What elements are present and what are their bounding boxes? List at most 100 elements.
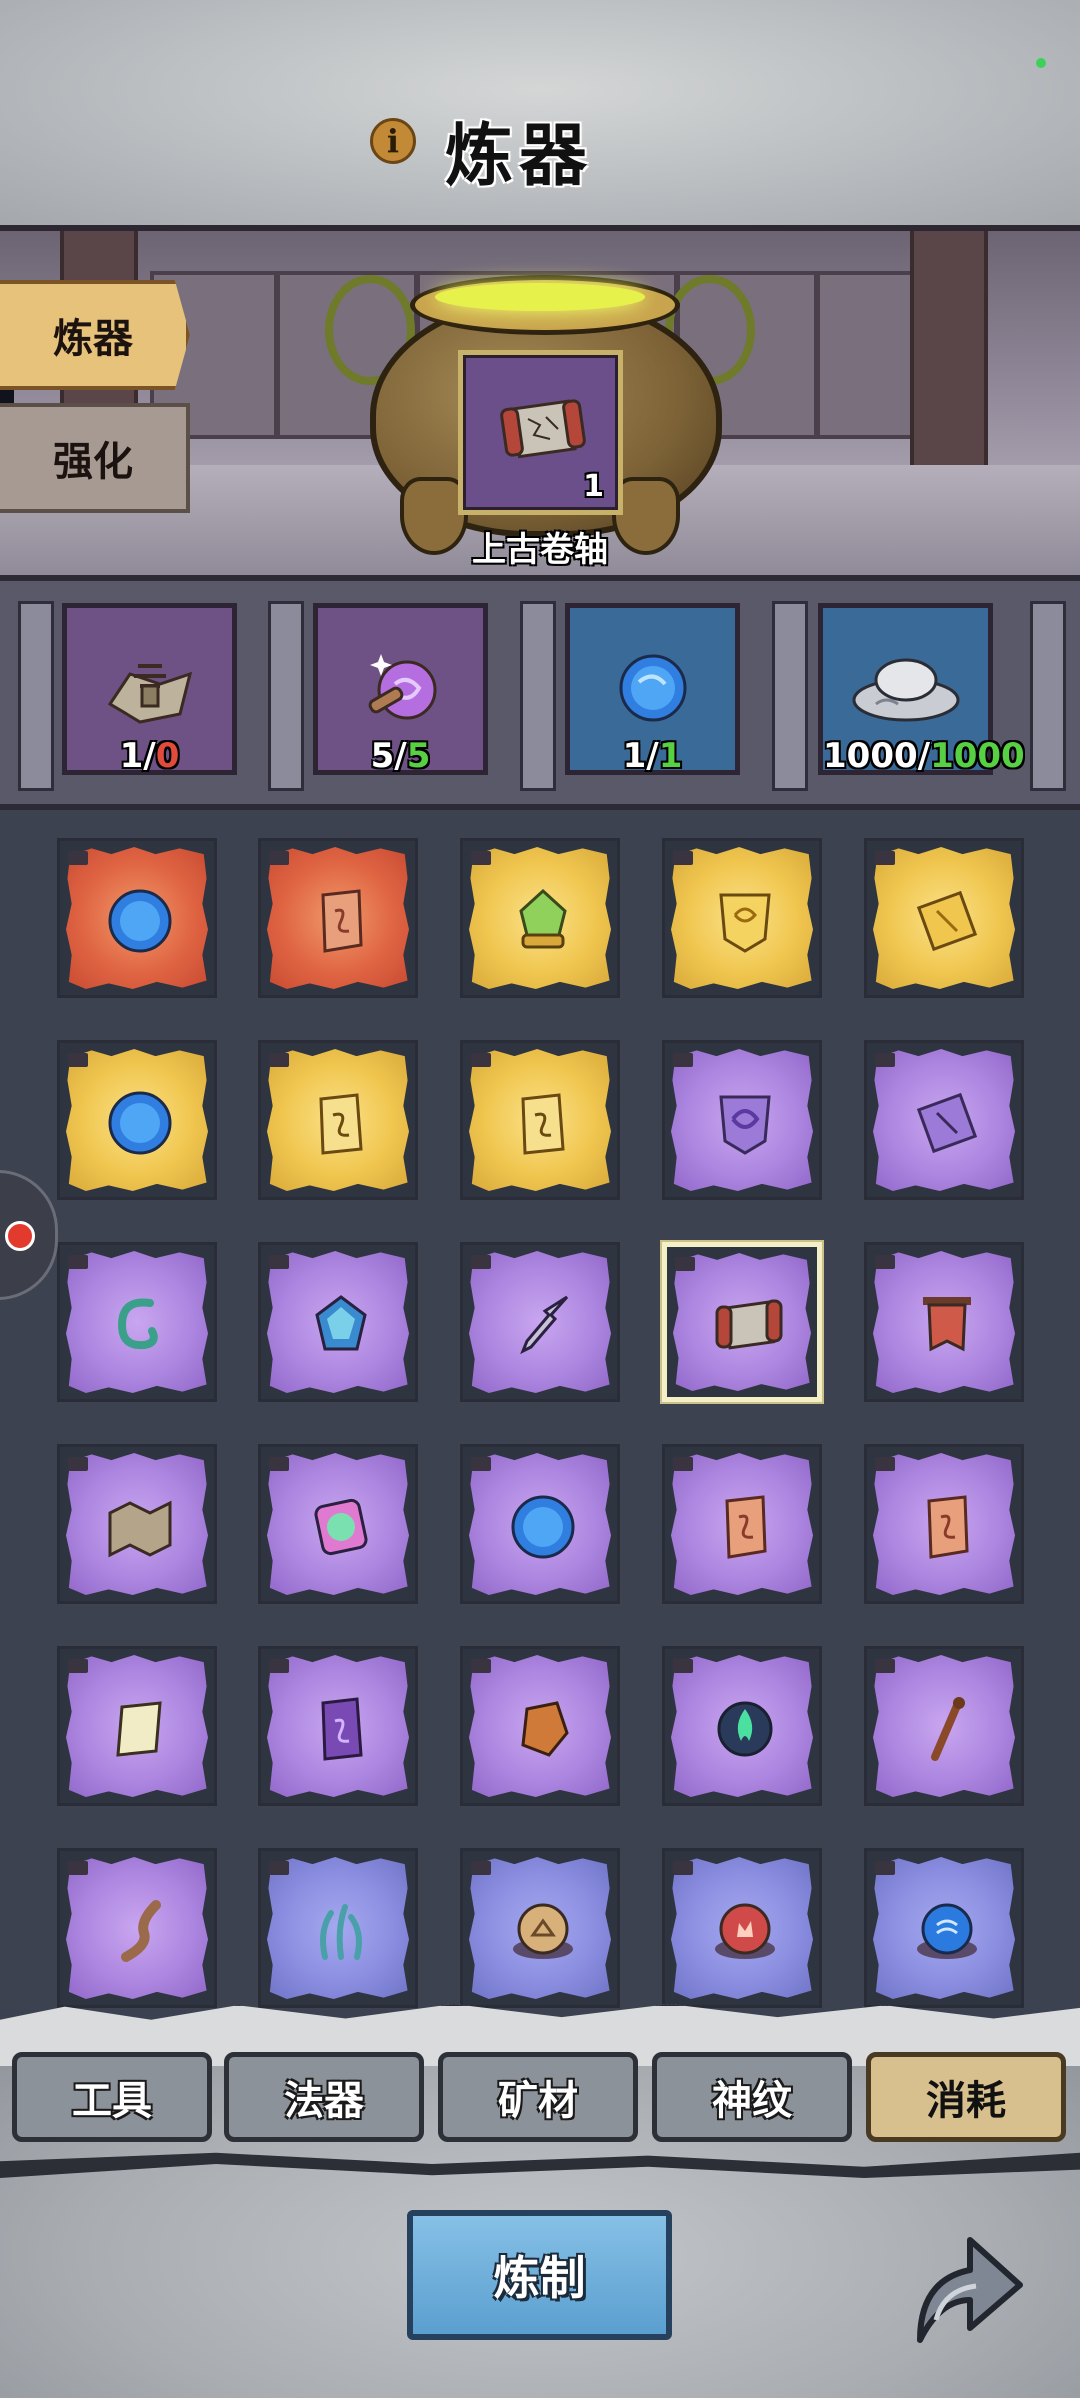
- gold-tag-talisman-icon: [916, 890, 978, 952]
- bookmark-icon: [269, 1053, 289, 1067]
- target-name: 上古卷轴: [472, 530, 608, 570]
- bookmark-icon: [68, 1053, 88, 1067]
- grid-item[interactable]: [864, 1242, 1024, 1402]
- ancient-scroll-icon: [715, 1299, 783, 1350]
- bookmark-icon: [875, 1053, 895, 1067]
- banner-icon: [923, 1297, 971, 1352]
- hook-icon: [117, 1298, 158, 1350]
- bookmark-icon: [875, 1659, 895, 1673]
- grid-item[interactable]: [57, 1848, 217, 2008]
- red-scroll-icon: [725, 1495, 767, 1559]
- grid-item[interactable]: [460, 1848, 620, 2008]
- bookmark-icon: [673, 851, 693, 865]
- bookmark-icon: [471, 1053, 491, 1067]
- grid-item[interactable]: [460, 1040, 620, 1200]
- bookmark-icon: [875, 1861, 895, 1875]
- tab-ores[interactable]: 矿材: [438, 2052, 638, 2142]
- grid-item[interactable]: [57, 1646, 217, 1806]
- bookmark-icon: [875, 1457, 895, 1471]
- grid-item[interactable]: [662, 1040, 822, 1200]
- grid-item[interactable]: [662, 838, 822, 998]
- grid-item[interactable]: [57, 1040, 217, 1200]
- tab-strengthen[interactable]: 强化: [0, 403, 190, 513]
- paper-icon: [116, 1701, 162, 1757]
- tab-runes[interactable]: 神纹: [652, 2052, 852, 2142]
- grid-item[interactable]: [864, 1646, 1024, 1806]
- grid-item[interactable]: [864, 1848, 1024, 2008]
- grid-item[interactable]: [864, 1040, 1024, 1200]
- materials-row: 1/0 5/5 1/1 1000/1000: [0, 575, 1080, 810]
- ore-icon: [521, 1701, 569, 1757]
- bookmark-icon: [471, 1255, 491, 1269]
- grid-item[interactable]: [864, 1444, 1024, 1604]
- bookmark-icon: [673, 1053, 693, 1067]
- bookmark-icon: [269, 1659, 289, 1673]
- bookmark-icon: [673, 1659, 693, 1673]
- grid-item[interactable]: [864, 838, 1024, 998]
- bookmark-icon: [673, 1861, 693, 1875]
- staff-icon: [931, 1697, 965, 1761]
- grid-item[interactable]: [258, 1646, 418, 1806]
- grid-item[interactable]: [258, 838, 418, 998]
- grid-item[interactable]: [662, 1848, 822, 2008]
- green-flame-icon: [717, 1701, 773, 1757]
- grid-item[interactable]: [662, 1444, 822, 1604]
- share-arrow-icon[interactable]: [900, 2210, 1030, 2350]
- material-count: 1/0: [119, 736, 180, 776]
- grid-item[interactable]: [57, 1444, 217, 1604]
- bookmark-icon: [471, 1659, 491, 1673]
- material-slot[interactable]: 1/1: [565, 603, 740, 776]
- grid-item[interactable]: [460, 1646, 620, 1806]
- root-icon: [121, 1900, 161, 1962]
- blue-orb-icon: [619, 654, 686, 722]
- bookmark-icon: [68, 1659, 88, 1673]
- tab-refine[interactable]: 炼器: [0, 280, 190, 390]
- grid-item[interactable]: [662, 1242, 822, 1402]
- item-grid: [0, 810, 1080, 2010]
- grid-item[interactable]: [662, 1646, 822, 1806]
- grid-item[interactable]: [57, 1242, 217, 1402]
- grid-item[interactable]: [460, 1242, 620, 1402]
- target-item-slot[interactable]: 1: [458, 350, 623, 515]
- bookmark-icon: [675, 1257, 695, 1271]
- bookmark-icon: [269, 1861, 289, 1875]
- gold-shield-talisman-icon: [719, 893, 771, 953]
- bookmark-icon: [673, 1457, 693, 1471]
- tab-artifacts[interactable]: 法器: [224, 2052, 424, 2142]
- grid-item[interactable]: [258, 1040, 418, 1200]
- grid-item[interactable]: [258, 1242, 418, 1402]
- grid-item[interactable]: [460, 1444, 620, 1604]
- cauldron-glow: [435, 283, 645, 311]
- grid-item[interactable]: [460, 838, 620, 998]
- bookmark-icon: [471, 1861, 491, 1875]
- bookmark-icon: [875, 851, 895, 865]
- water-element-icon: [917, 1903, 977, 1959]
- material-count: 1000/1000: [823, 736, 1025, 776]
- material-slot[interactable]: 1000/1000: [818, 603, 1025, 776]
- craft-button[interactable]: 炼制: [407, 2210, 672, 2340]
- map-icon: [108, 1500, 172, 1558]
- material-slot[interactable]: 5/5: [313, 603, 488, 776]
- dagger-icon: [520, 1295, 569, 1355]
- purple-orb-staff-icon: [368, 654, 436, 720]
- bookmark-icon: [269, 851, 289, 865]
- header: i 炼器: [0, 0, 1080, 225]
- grid-item[interactable]: [57, 838, 217, 998]
- material-count: 1/1: [622, 736, 683, 776]
- tab-consumables[interactable]: 消耗: [866, 2052, 1066, 2142]
- material-slot[interactable]: 1/0: [62, 603, 237, 776]
- assistant-icon: [5, 1221, 35, 1251]
- pagoda-map-icon: [107, 664, 192, 724]
- grid-item[interactable]: [258, 1444, 418, 1604]
- red-scroll-icon: [321, 889, 363, 953]
- green-gem-icon: [519, 888, 567, 949]
- blue-orb-icon: [108, 1091, 172, 1155]
- tab-tools[interactable]: 工具: [12, 2052, 212, 2142]
- info-icon[interactable]: i: [370, 118, 416, 164]
- material-count: 5/5: [370, 736, 431, 776]
- silver-ingot-icon: [852, 658, 959, 722]
- purple-scroll-icon: [321, 1697, 363, 1761]
- grid-item[interactable]: [258, 1848, 418, 2008]
- red-scroll-icon: [927, 1495, 969, 1559]
- ancient-scroll-icon: [500, 399, 586, 459]
